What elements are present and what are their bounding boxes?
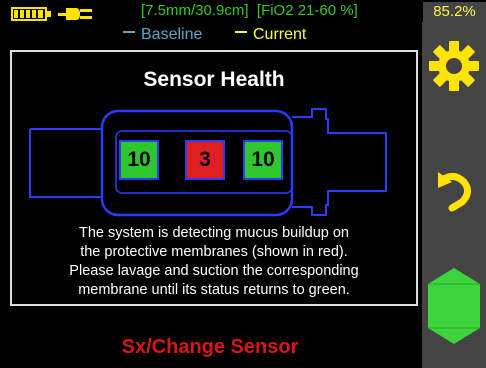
sensor-health-panel: Sensor Health 10 3 10 The system is dete… — [10, 50, 418, 306]
sx-change-sensor-button[interactable]: Sx/Change Sensor — [0, 336, 420, 359]
battery-full-icon — [11, 7, 51, 21]
membrane-1-value: 10 — [127, 148, 151, 171]
instruction-line-4: membrane until its status returns to gre… — [78, 282, 350, 298]
gear-icon[interactable] — [428, 40, 480, 92]
tube-size-fio2-readout: [7.5mm/30.9cm] [FiO2 21-60 %] — [141, 2, 358, 19]
legend-baseline: Baseline — [123, 26, 202, 44]
instruction-line-2: the protective membranes (shown in red). — [80, 244, 348, 260]
legend-current-label: Current — [253, 26, 307, 43]
membrane-2-value: 3 — [199, 148, 211, 171]
percent-readout: 85.2% — [423, 2, 486, 22]
instruction-text: The system is detecting mucus buildup on… — [16, 224, 412, 300]
membrane-3-status: 10 — [243, 140, 283, 180]
power-plug-icon — [58, 8, 92, 20]
legend-current-swatch — [235, 30, 247, 33]
legend-baseline-label: Baseline — [141, 26, 203, 43]
membrane-2-status: 3 — [185, 140, 225, 180]
instruction-line-1: The system is detecting mucus buildup on — [79, 225, 349, 241]
undo-arrow-icon[interactable] — [438, 168, 472, 212]
legend-baseline-swatch — [123, 30, 135, 33]
membrane-3-value: 10 — [251, 148, 275, 171]
legend-current: Current — [235, 26, 306, 44]
panel-title: Sensor Health — [143, 68, 285, 91]
instruction-line-3: Please lavage and suction the correspond… — [69, 263, 359, 279]
membrane-1-status: 10 — [119, 140, 159, 180]
hexagon-button-icon[interactable] — [426, 266, 482, 346]
